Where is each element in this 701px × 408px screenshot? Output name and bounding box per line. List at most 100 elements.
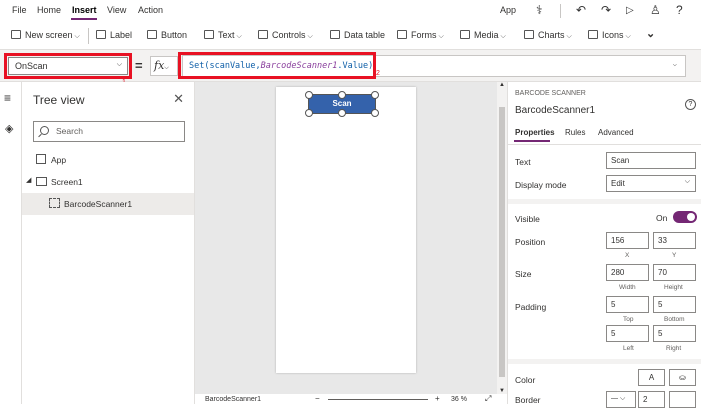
stethoscope-icon[interactable]: ⚕ [536,3,543,17]
tab-rules[interactable]: Rules [565,128,585,137]
app-label[interactable]: App [500,5,516,15]
highlight-box-1 [4,53,132,79]
button-button[interactable]: Button [147,30,187,40]
menu-action[interactable]: Action [138,5,163,15]
text-input[interactable]: Scan [606,152,696,169]
canvas-scrollbar[interactable]: ▲ ▼ [497,82,507,394]
charts-label: Charts [538,30,565,40]
resize-handle[interactable] [305,91,313,99]
text-color-button[interactable]: A [638,369,665,386]
resize-handle[interactable] [338,91,346,99]
tab-underline [514,140,550,142]
button-label: Button [161,30,188,40]
left-caption: Left [623,345,634,352]
tab-properties[interactable]: Properties [515,128,555,137]
tree-item-label: App [51,155,67,165]
zoom-in-icon[interactable]: + [435,394,440,403]
chevron-down-icon: ⌵ [566,33,572,40]
text-label: Text [515,157,531,167]
highlight-marker-2: 2 [376,70,380,77]
zoom-slider[interactable] [328,399,428,400]
data-table-button[interactable]: Data table [330,30,385,40]
text-label: Text [218,30,235,40]
top-caption: Top [623,316,634,323]
padding-right-input[interactable]: 5 [653,325,696,342]
more-chevron-icon[interactable]: ⌄ [646,27,655,40]
menu-view[interactable]: View [107,5,126,15]
chevron-down-icon[interactable]: ⌵ [673,60,677,68]
menu-home[interactable]: Home [37,5,61,15]
forms-button[interactable]: Forms ⌵ [397,30,444,41]
new-screen-button[interactable]: New screen ⌵ [11,30,80,41]
charts-button[interactable]: Charts ⌵ [524,30,572,41]
menu-file[interactable]: File [12,5,27,15]
expand-icon[interactable]: ◢ [26,176,31,184]
text-button[interactable]: Text ⌵ [204,30,242,41]
section-divider [508,199,701,204]
padding-top-input[interactable]: 5 [606,296,649,313]
display-mode-value: Edit [611,179,625,188]
chevron-down-icon: ⌵ [625,33,631,40]
display-mode-select[interactable]: Edit ⌵ [606,175,696,192]
bottom-caption: Bottom [664,316,685,323]
resize-handle[interactable] [371,91,379,99]
icons-label: Icons [602,30,624,40]
padding-label: Padding [515,302,547,312]
border-style-line: — [611,395,618,402]
tree-search-input[interactable]: Search [33,121,185,142]
redo-icon[interactable]: ↷ [601,3,611,17]
fill-color-button[interactable]: ⛀ [669,369,696,386]
border-style-select[interactable]: — ⌵ [606,391,636,408]
play-icon[interactable]: ▷ [626,5,634,16]
data-table-label: Data table [344,30,386,40]
tree-item-screen1[interactable]: ◢ Screen1 [22,171,194,193]
resize-handle[interactable] [338,109,346,117]
close-icon[interactable]: ✕ [173,91,184,107]
padding-bottom-input[interactable]: 5 [653,296,696,313]
highlight-box-2 [178,52,376,79]
media-icon [460,30,470,39]
position-x-input[interactable]: 156 [606,232,649,249]
scrollbar-thumb[interactable] [499,107,505,377]
width-input[interactable]: 280 [606,264,649,281]
new-screen-icon [11,30,21,39]
chevron-down-icon: ⌵ [236,33,242,40]
menubar-divider [560,4,561,18]
position-label: Position [515,237,546,247]
resize-handle[interactable] [371,109,379,117]
border-width-input[interactable]: 2 [638,391,665,408]
zoom-out-icon[interactable]: − [315,394,320,403]
position-y-input[interactable]: 33 [653,232,696,249]
visible-toggle[interactable] [673,211,697,223]
fx-button[interactable]: fx⌵ [150,56,178,76]
display-mode-label: Display mode [515,180,567,190]
tree-item-app[interactable]: App [22,149,194,171]
help-icon[interactable]: ? [676,3,683,17]
screen-icon [36,177,47,186]
media-button[interactable]: Media ⌵ [460,30,506,41]
fit-screen-icon[interactable]: ⤢ [485,394,491,404]
controls-button[interactable]: Controls ⌵ [258,30,313,41]
icons-button[interactable]: Icons ⌵ [588,30,631,41]
padding-left-input[interactable]: 5 [606,325,649,342]
layers-icon[interactable]: ◈ [5,122,13,135]
app-screen[interactable]: Scan [276,87,416,373]
formula-bar: OnScan ⌵ 1 = fx⌵ Set(scanValue,BarcodeSc… [0,50,701,86]
label-button[interactable]: Label [96,30,132,40]
hamburger-icon[interactable]: ≡ [4,91,11,105]
scroll-up-icon[interactable]: ▲ [499,82,505,88]
border-color-button[interactable] [669,391,696,408]
undo-icon[interactable]: ↶ [576,3,586,17]
height-input[interactable]: 70 [653,264,696,281]
menu-insert[interactable]: Insert [72,5,97,15]
menu-insert-underline [71,18,97,20]
help-icon[interactable]: ? [685,99,696,110]
tree-item-barcodescanner1[interactable]: BarcodeScanner1 [22,193,194,215]
user-icon[interactable]: ♙ [650,3,661,17]
resize-handle[interactable] [305,109,313,117]
fx-icon: fx [154,59,165,72]
tree-item-label: BarcodeScanner1 [64,199,133,209]
tab-advanced[interactable]: Advanced [598,128,634,137]
app-icon [36,154,46,164]
x-caption: X [625,252,630,259]
